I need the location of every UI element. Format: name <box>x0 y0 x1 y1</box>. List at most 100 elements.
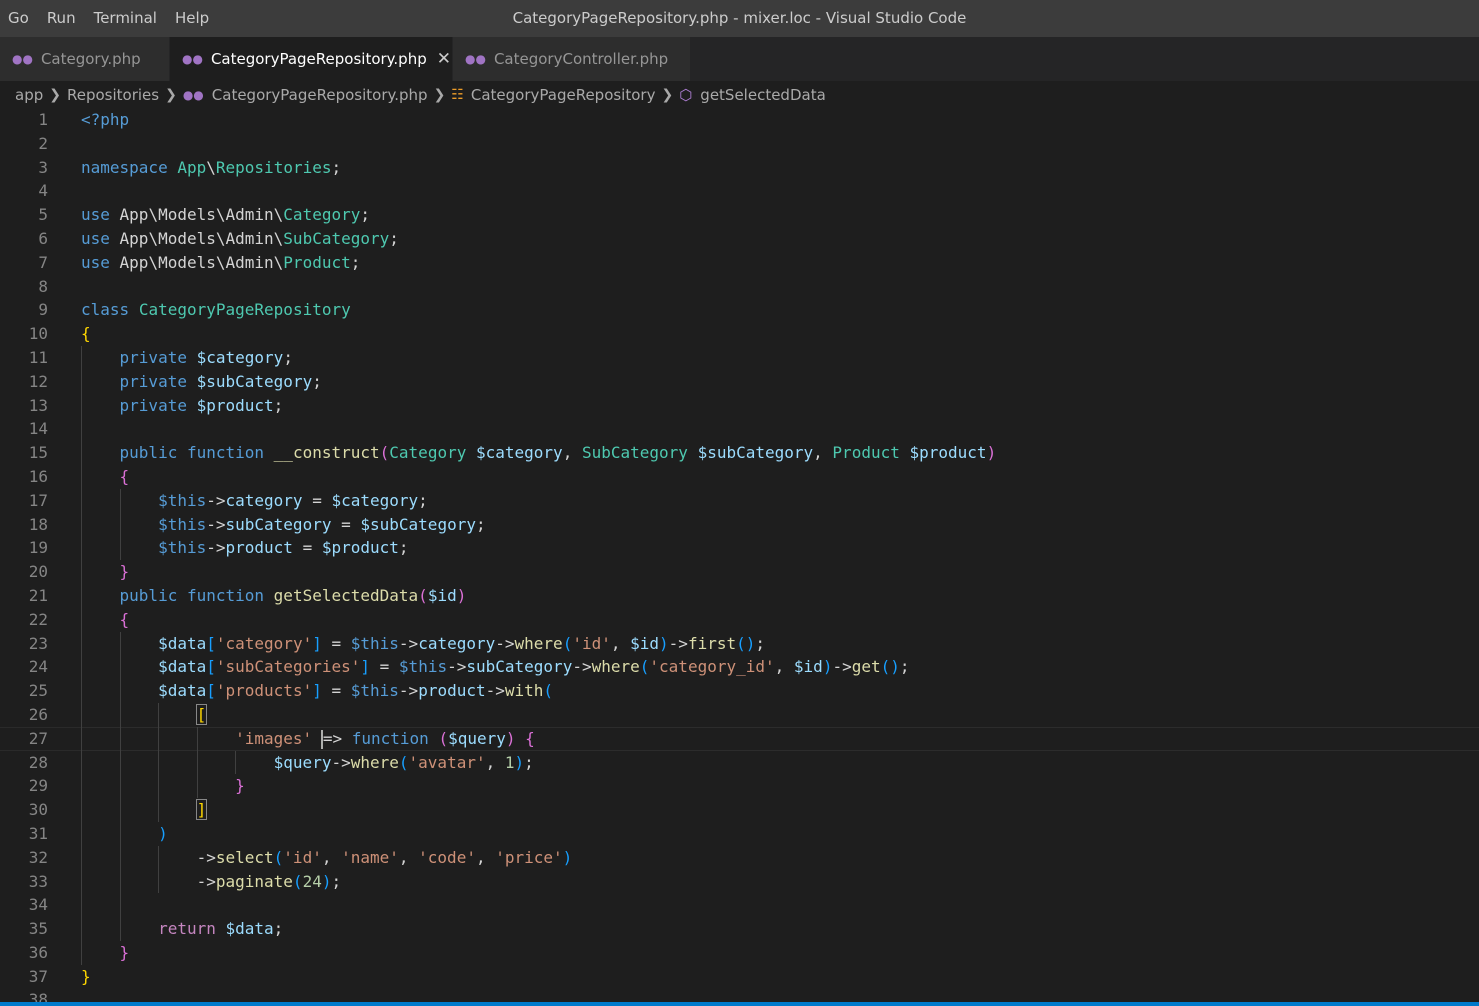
line-number: 23 <box>28 633 48 653</box>
code-line[interactable]: 2 <box>0 132 1479 156</box>
code-text: [ <box>195 703 208 725</box>
php-elephant-icon: ●● <box>182 87 204 102</box>
line-number: 24 <box>28 657 48 677</box>
line-number: 10 <box>28 324 48 344</box>
menu-terminal[interactable]: Terminal <box>86 0 167 37</box>
code-text: private $category; <box>119 347 293 367</box>
line-number: 36 <box>28 942 48 962</box>
title-bar: Go Run Terminal Help CategoryPageReposit… <box>0 0 1479 37</box>
code-text: $query->where('avatar', 1); <box>273 752 534 772</box>
line-number: 14 <box>28 419 48 439</box>
line-number: 35 <box>28 919 48 939</box>
code-line[interactable]: 10 { <box>0 322 1479 346</box>
code-line[interactable]: 30 ] <box>0 798 1479 822</box>
method-cube-icon: ⬡ <box>679 85 693 104</box>
menu-bar: Go Run Terminal Help <box>0 0 219 37</box>
chevron-right-icon: ❯ <box>49 86 61 103</box>
menu-go[interactable]: Go <box>0 0 39 37</box>
code-line[interactable]: 38 <box>0 988 1479 1002</box>
editor-tabs: ●● Category.php ●● CategoryPageRepositor… <box>0 37 1479 81</box>
line-number: 17 <box>28 490 48 510</box>
code-line[interactable]: 24 $data['subCategories'] = $this->subCa… <box>0 655 1479 680</box>
code-editor[interactable]: 1 <?php 2 3 namespace App\Repositories; 4 5 use… <box>0 108 1479 1002</box>
code-line[interactable]: 28 $query->where('avatar', 1); <box>0 750 1479 775</box>
code-line[interactable]: 19 $this->product = $product; <box>0 536 1479 561</box>
code-text: use App\Models\Admin\Category; <box>81 205 370 225</box>
breadcrumb-class[interactable]: CategoryPageRepository <box>471 86 656 104</box>
code-line[interactable]: 13 private $product; <box>0 393 1479 418</box>
line-number: 5 <box>38 205 48 225</box>
tab-label: CategoryPageRepository.php <box>210 50 427 68</box>
line-number: 13 <box>28 395 48 415</box>
close-icon[interactable]: ✕ <box>437 49 451 69</box>
line-number: 11 <box>28 347 48 367</box>
tab-category-controller-php[interactable]: ●● CategoryController.php <box>453 37 691 81</box>
code-line[interactable]: 4 <box>0 179 1479 203</box>
code-line[interactable]: 33 ->paginate(24); <box>0 869 1479 894</box>
line-number: 33 <box>28 871 48 891</box>
code-line[interactable]: 25 $data['products'] = $this->product->w… <box>0 679 1479 703</box>
code-line[interactable]: 32 ->select('id', 'name', 'code', 'price… <box>0 845 1479 870</box>
code-line[interactable]: 6 use App\Models\Admin\SubCategory; <box>0 227 1479 251</box>
php-elephant-icon: ●● <box>12 52 33 66</box>
line-number: 15 <box>28 443 48 463</box>
tab-label: CategoryController.php <box>493 50 669 68</box>
code-text: $this->category = $category; <box>158 490 428 510</box>
code-line[interactable]: 17 $this->category = $category; <box>0 488 1479 513</box>
code-line[interactable]: 37} <box>0 965 1479 989</box>
code-line[interactable]: 26 [ <box>0 702 1479 727</box>
code-line[interactable]: 36 } <box>0 940 1479 965</box>
php-elephant-icon: ●● <box>182 52 203 66</box>
code-line[interactable]: 29 } <box>0 774 1479 799</box>
code-text: } <box>81 966 91 986</box>
tab-category-page-repository-php[interactable]: ●● CategoryPageRepository.php ✕ <box>170 37 453 81</box>
code-text: ->select('id', 'name', 'code', 'price') <box>81 847 573 867</box>
code-line[interactable]: 21 public function getSelectedData($id) <box>0 583 1479 608</box>
line-number: 12 <box>28 371 48 391</box>
breadcrumb-folder-app[interactable]: app <box>15 86 43 104</box>
breadcrumb-file[interactable]: CategoryPageRepository.php <box>212 86 428 104</box>
code-line[interactable]: 11 private $category; <box>0 345 1479 370</box>
code-text: { <box>81 324 91 344</box>
menu-help[interactable]: Help <box>167 0 219 37</box>
menu-run[interactable]: Run <box>39 0 86 37</box>
code-line[interactable]: 18 $this->subCategory = $subCategory; <box>0 512 1479 537</box>
window-title: CategoryPageRepository.php - mixer.loc -… <box>512 9 967 27</box>
code-line[interactable]: 20 } <box>0 560 1479 584</box>
breadcrumb-folder-repositories[interactable]: Repositories <box>67 86 159 104</box>
breadcrumb-method[interactable]: getSelectedData <box>700 86 825 104</box>
code-line[interactable]: 27 'images' => function ($query) { <box>0 726 1479 751</box>
code-line[interactable]: 14 <box>0 417 1479 442</box>
code-line[interactable]: 22 { <box>0 607 1479 632</box>
tab-category-php[interactable]: ●● Category.php <box>0 37 170 81</box>
code-text: ) <box>158 823 168 843</box>
line-number: 34 <box>28 895 48 915</box>
code-text: class CategoryPageRepository <box>81 300 351 320</box>
code-line[interactable]: 35 return $data; <box>0 917 1479 941</box>
code-line[interactable]: 34 <box>0 893 1479 918</box>
code-text: use App\Models\Admin\Product; <box>81 252 361 272</box>
code-line[interactable]: 3 namespace App\Repositories; <box>0 156 1479 180</box>
line-number: 38 <box>28 990 48 1002</box>
code-line[interactable]: 12 private $subCategory; <box>0 369 1479 394</box>
code-text: private $product; <box>119 395 284 415</box>
code-line[interactable]: 9 class CategoryPageRepository <box>0 298 1479 322</box>
code-text: } <box>119 562 130 582</box>
line-number: 6 <box>38 228 48 248</box>
code-line[interactable]: 16 { <box>0 464 1479 489</box>
code-line[interactable]: 31 ) <box>0 821 1479 846</box>
code-text: return $data; <box>158 919 284 939</box>
code-line[interactable]: 23 $data['category'] = $this->category->… <box>0 631 1479 656</box>
code-text: } <box>235 776 245 796</box>
code-line[interactable]: 5 use App\Models\Admin\Category; <box>0 203 1479 227</box>
line-number: 18 <box>28 514 48 534</box>
php-elephant-icon: ●● <box>465 52 486 66</box>
line-number: 21 <box>28 585 48 605</box>
code-line[interactable]: 7 use App\Models\Admin\Product; <box>0 251 1479 275</box>
indent-guide <box>81 893 82 918</box>
code-text: ] <box>195 799 208 821</box>
code-line[interactable]: 1 <?php <box>0 108 1479 132</box>
code-line[interactable]: 8 <box>0 275 1479 299</box>
line-number: 4 <box>38 181 48 201</box>
code-line[interactable]: 15 public function __construct(Category … <box>0 441 1479 465</box>
